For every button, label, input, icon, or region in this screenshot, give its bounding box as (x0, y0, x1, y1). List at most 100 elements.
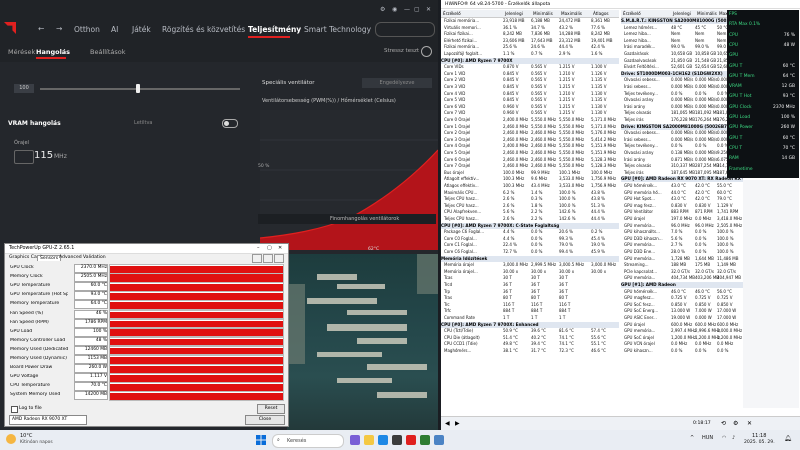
table-row[interactable]: Streaming... 188 MB 175 MB 1,149 MB (621, 262, 743, 268)
close-icon[interactable]: ✕ (278, 245, 282, 251)
table-row[interactable]: Fizikai memória... 23,918 MB 6,188 MB 24,47… (441, 18, 619, 24)
col-min[interactable]: Minimális (533, 11, 553, 16)
table-row[interactable]: Gazdaírások10,658 GB10,858 GB10,658 GB (621, 51, 743, 57)
col-current[interactable]: Jelenlegi (505, 11, 523, 16)
subtab-tuning[interactable]: Hangolás (36, 48, 70, 56)
table-row[interactable]: Átlagos effektív... 100.3 MHz 43.4 MHz 3,53… (441, 183, 619, 189)
sensor-group-header[interactable]: Drive: ST1000DM003-1CH162 (S1DGW2XX) (621, 70, 743, 77)
table-row[interactable]: GPU órajel 600.0 MHz 600.0 MHz 600.0 MHz (621, 322, 743, 328)
table-row[interactable]: GPU memória... 404,734 MB 403,206 MB 404,94… (621, 275, 743, 281)
table-row[interactable]: Teljes tevékeny... 0.0 % 0.0 % 0.0 % (621, 143, 743, 149)
table-row[interactable]: GPU D3D kihaszn... 5.6 % 0.0 % 100.0 % (621, 236, 743, 242)
tray-chevron-icon[interactable]: ^ (690, 435, 694, 441)
start-icon[interactable] (256, 435, 266, 445)
table-row[interactable]: Core 0 Órajel 2,400.0 MHz 5,550.0 MHz 5,550… (441, 117, 619, 123)
table-row[interactable]: Lemez hőmérs... 48 °C 45 °C 50 °C (621, 25, 743, 31)
amd-app-icon[interactable] (406, 435, 416, 445)
table-row[interactable]: GPU Ventilátor 883 RPM 871 RPM 1,741 RPM (621, 209, 743, 215)
table-row[interactable]: Gazdaolvasások21,850 GB21,548 GB21,850 G… (621, 58, 743, 64)
table-row[interactable]: GPU ASIC Ener... 19.000 W 0.000 W 17.000 W (621, 315, 743, 321)
table-row[interactable]: CPU Alapfrekven... 5.6 % 2.2 % 142.6 % 44.4 … (441, 209, 619, 215)
maximize-icon[interactable]: ▢ (414, 6, 420, 13)
table-row[interactable]: Core 2 VID 0.845 V 0.565 V 1.215 V 1.135 V (441, 77, 619, 83)
table-row[interactable]: Lemez hiba... Nem Nem Nem (621, 31, 743, 37)
table-row[interactable]: GPU memória... 2,997.4 MHz 2,996.6 MHz 3,00… (621, 328, 743, 334)
nav-tab-ai[interactable]: AI (111, 25, 118, 34)
table-row[interactable]: Trcd 36 T 36 T 36 T (441, 282, 619, 288)
sensor-group-header[interactable]: GPU [#0]: AMD Radeon RX 9070 XT: RX Rade… (621, 176, 743, 183)
table-row[interactable]: Trp 36 T 36 T 36 T (441, 289, 619, 295)
close-icon[interactable]: ✕ (426, 6, 431, 13)
nav-tab-gaming[interactable]: Játék (132, 25, 151, 34)
fan-slider-thumb[interactable] (136, 84, 140, 93)
notification-bell-icon[interactable]: 🔔︎ (784, 435, 792, 442)
table-row[interactable]: Trfc 884 T 884 T 884 T (441, 308, 619, 314)
back-icon[interactable]: ← (38, 24, 44, 33)
table-row[interactable]: Core 1 VID 0.845 V 0.565 V 1.210 V 1.126 V (441, 71, 619, 77)
table-row[interactable]: Core 6 VID 0.960 V 0.565 V 1.215 V 1.130 V (441, 104, 619, 110)
forward-icon[interactable]: → (56, 24, 62, 33)
nav-tab-performance[interactable]: Teljesítmény (248, 25, 301, 34)
camera-icon[interactable] (252, 254, 262, 263)
table-row[interactable]: Teljes olvasás 181,065 MB 181,092 MB 181,06… (621, 110, 743, 116)
table-row[interactable]: Core 2 Órajel 2,460.0 MHz 2,460.0 MHz 5,550… (441, 130, 619, 136)
reset-icon[interactable]: ⟲ (721, 420, 726, 427)
table-row[interactable]: Core 1 Órajel 2,460.0 MHz 5,550.0 MHz 5,550… (441, 124, 619, 130)
enabled-dropdown[interactable]: Engedélyezve (362, 78, 432, 88)
table-row[interactable]: CPU (Tctl/Tdie) 50.9 °C 39.6 °C 81.6 °C 57.4… (441, 328, 619, 334)
table-row[interactable]: Bus órajel 100.0 MHz 99.9 MHz 100.1 MHz 100.… (441, 170, 619, 176)
table-row[interactable]: GPU SoC fesz... 0.850 V 0.850 V 0.850 V (621, 302, 743, 308)
table-row[interactable]: Fizikai memória... 25.6 % 24.6 % 44.4 % 42.4… (441, 44, 619, 50)
nav-right-icon[interactable]: ▶ (455, 420, 460, 427)
gpuz-app-icon[interactable] (420, 435, 430, 445)
table-row[interactable]: Tcas 30 T 30 T 30 T (441, 275, 619, 281)
stress-test-button[interactable]: Stressz teszt (384, 48, 419, 54)
network-icon[interactable]: ◠ (722, 435, 726, 441)
table-row[interactable]: Olvasási sebess... 0.000 MB/s 0.000 MB/s 0.… (621, 130, 743, 136)
table-row[interactable]: PCIe kapcsolat... 32.0 GT/s 32.0 GT/s 32.0 … (621, 269, 743, 275)
table-row[interactable]: Írási sebess... 0.000 MB/s 0.000 MB/s 0.000… (621, 84, 743, 90)
col-min-2[interactable]: Minimális (697, 11, 717, 16)
table-row[interactable]: Írási arány0.871 MB/s0.000 MB/s6.075 MB/… (621, 157, 743, 163)
table-row[interactable]: GPU hőmérsék... 43.0 °C 42.0 °C 55.0 °C (621, 183, 743, 189)
clock-date[interactable]: 2025. 05. 29. (744, 440, 775, 445)
nav-tab-home[interactable]: Otthon (74, 25, 100, 34)
table-row[interactable]: Teljes CPU hasz... 2.6 % 1.8 % 100.0 % 51.3 … (441, 203, 619, 209)
table-row[interactable]: Teljes írás176,228 MB176,264 MB176,228 M… (621, 117, 743, 123)
subtab-settings[interactable]: Beállítások (90, 48, 126, 56)
weather-icon[interactable] (6, 434, 16, 444)
hwinfo-app-icon[interactable] (434, 435, 444, 445)
table-row[interactable]: Átlagolt effektív... 100.3 MHz 9.6 MHz 3,53… (441, 176, 619, 182)
table-row[interactable]: Olvasási arány 0.000 MB/s 0.000 MB/s 0.000 … (621, 97, 743, 103)
table-row[interactable]: Lapozófájl foglalt... 1.1 % 0.7 % 2.9 % 1.6 … (441, 51, 619, 57)
table-row[interactable]: Teljes írás187,645 MB187,095 MB187,645 M… (621, 170, 743, 176)
col-avg[interactable]: Átlagos (593, 11, 609, 16)
table-row[interactable]: Lemez hiba... Nem Nem Nem (621, 38, 743, 44)
table-row[interactable]: Tras 80 T 80 T 80 T (441, 295, 619, 301)
table-row[interactable]: Maximális CPU... 6.2 % 1.4 % 100.0 % 43.8 % (441, 190, 619, 196)
search-box[interactable]: ⌕ Keresés (272, 434, 344, 448)
table-row[interactable]: Core 4 VID 0.845 V 0.565 V 1.210 V 1.130 V (441, 91, 619, 97)
table-row[interactable]: Core 5 VID 0.845 V 0.565 V 1.215 V 1.135 V (441, 97, 619, 103)
fan-curve-chart[interactable] (260, 110, 438, 250)
table-row[interactable]: Command Rate 1 T 1 T 1 T (441, 315, 619, 321)
table-row[interactable]: Package C6 Foglal... 4.4 % 0.0 % 20.6 % 0.2 … (441, 229, 619, 235)
col-sensor-2[interactable]: Érzékelő (623, 11, 641, 16)
task-view-icon[interactable] (350, 435, 360, 445)
edge-icon[interactable] (378, 435, 388, 445)
table-row[interactable]: GPU SoC órajel 1,200.0 MHz 1,200.0 MHz 1,20… (621, 335, 743, 341)
table-row[interactable]: Memória órajel 3,000.0 MHz 2,999.5 MHz 3,00… (441, 262, 619, 268)
maximize-icon[interactable]: ▢ (267, 245, 272, 251)
table-row[interactable]: Core 3 VID 0.845 V 0.565 V 1.215 V 1.135 V (441, 84, 619, 90)
sensor-group-header[interactable]: CPU [#0]: AMD Ryzen 7 9700X (441, 57, 619, 64)
gpuz-tab-sensors[interactable]: Sensors (37, 255, 62, 261)
table-row[interactable]: GPU memória... 1,728 MB 1,644 MB 11,486 MB (621, 256, 743, 262)
table-row[interactable]: CPU Die (átlagolt) 51.4 °C 40.2 °C 74.1 °C 5… (441, 335, 619, 341)
search-box[interactable] (375, 22, 435, 37)
minimize-icon[interactable]: – (257, 245, 260, 251)
table-row[interactable]: Virtuális memori... 36.1 % 34.7 % 43.2 % 77.… (441, 25, 619, 31)
table-row[interactable]: Írási arány0.000 MB/s0.000 MB/s0.000 MB/… (621, 104, 743, 110)
table-row[interactable]: Trc 116 T 116 T 116 T (441, 302, 619, 308)
table-row[interactable]: Core VIDs 0.870 V 0.565 V 1.215 V 1.100 V (441, 64, 619, 70)
subtab-metrics[interactable]: Mérések (8, 48, 35, 56)
